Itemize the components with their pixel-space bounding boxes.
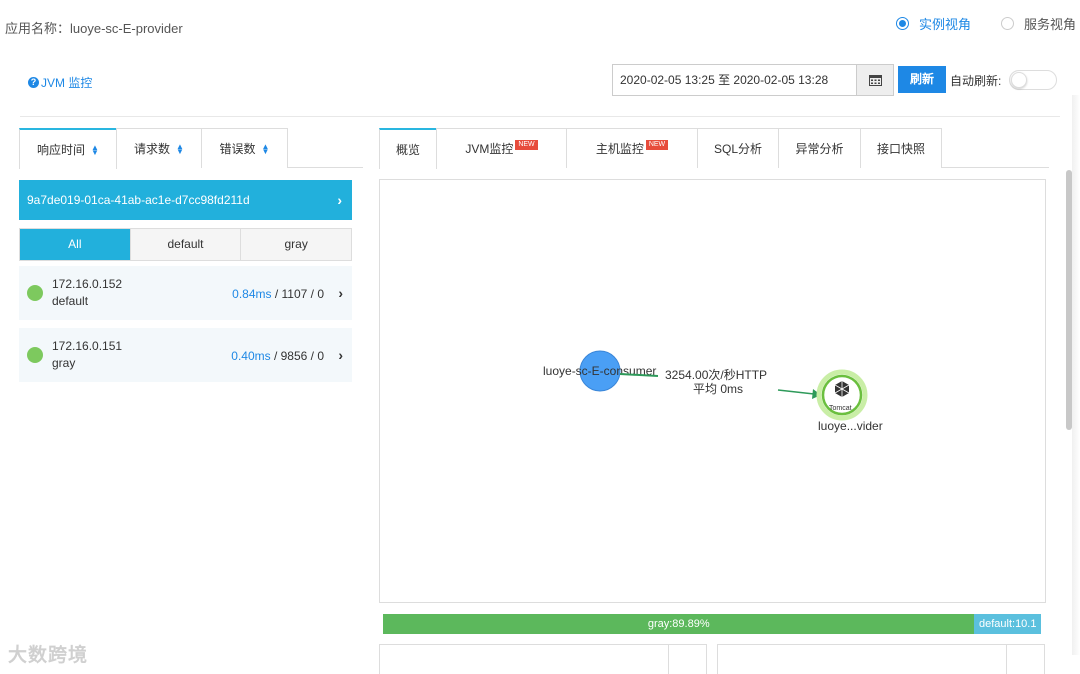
view-switch: 实例视角 服务视角 (866, 14, 1076, 33)
service-view-radio[interactable]: 服务视角 (1000, 14, 1076, 33)
instance-counts: / 9856 / 0 (270, 349, 324, 363)
watermark-logo: 大数跨境 (8, 645, 89, 666)
tab-label: SQL分析 (713, 142, 762, 156)
tab-host-monitor[interactable]: 主机监控 NEW (566, 128, 698, 168)
toggle-knob[interactable] (1011, 72, 1027, 88)
instance-stats: 0.40ms / 9856 / 0 (231, 349, 324, 363)
radio-checked-icon[interactable] (895, 17, 909, 30)
group-tab-all[interactable]: All (20, 229, 131, 260)
group-ratio-bar: gray:89.89% default:10.1 (383, 614, 1041, 634)
instance-group: gray (52, 356, 76, 370)
tab-sql-analysis[interactable]: SQL分析 (697, 128, 779, 168)
tomcat-icon-label: Tomcat (829, 405, 852, 412)
instance-ip: 172.16.0.152 (52, 277, 123, 291)
status-dot-icon (27, 285, 43, 301)
bottom-panel-left (379, 644, 707, 674)
help-icon: ? (28, 77, 39, 88)
group-filter-tabs: All default gray (19, 228, 352, 261)
calendar-icon (868, 75, 882, 86)
chevron-right-icon[interactable]: › (338, 285, 343, 301)
edge-rate-label: 3254.00次/秒HTTP (665, 368, 767, 382)
auto-refresh-label: 自动刷新: (950, 74, 1002, 88)
group-tab-gray[interactable]: gray (241, 229, 352, 260)
instance-row[interactable]: 172.16.0.151 gray 0.40ms / 9856 / 0 › (19, 328, 352, 382)
tab-api-snapshot[interactable]: 接口快照 (860, 128, 942, 168)
sort-icon[interactable]: ▲ ▼ (91, 143, 99, 156)
topology-graph[interactable]: luoye-sc-E-consumer 3254.00次/秒HTTP 平均 0m… (379, 179, 1046, 603)
provider-node-label: luoye...vider (818, 419, 883, 433)
edge-avg-label: 平均 0ms (693, 382, 743, 396)
tab-label: 响应时间 (37, 143, 86, 157)
detail-tabs: 概览 JVM监控 NEW 主机监控 NEW SQL分析 异常分析 接口快照 (379, 128, 1049, 169)
calendar-button[interactable] (856, 64, 894, 96)
auto-refresh-toggle[interactable] (1009, 70, 1057, 90)
instance-view-label[interactable]: 实例视角 (919, 14, 971, 33)
tab-label: 主机监控 (595, 142, 644, 156)
tab-request-count[interactable]: 请求数 ▲ ▼ (116, 128, 202, 168)
instance-row[interactable]: 172.16.0.152 default 0.84ms / 1107 / 0 › (19, 266, 352, 320)
sort-icon[interactable]: ▲ ▼ (176, 142, 184, 155)
instance-view-radio[interactable]: 实例视角 (895, 14, 971, 33)
sort-icon[interactable]: ▲ ▼ (262, 142, 270, 155)
instance-id: 9a7de019-01ca-41ab-ac1e-d7cc98fd211d (27, 193, 250, 207)
refresh-button[interactable]: 刷新 (898, 66, 946, 93)
ratio-gray-segment: gray:89.89% (383, 614, 975, 634)
metric-tabs: 响应时间 ▲ ▼ 请求数 ▲ ▼ 错误数 ▲ ▼ (19, 128, 363, 169)
instance-counts: / 1107 / 0 (271, 287, 324, 301)
chevron-right-icon[interactable]: › (338, 347, 343, 363)
tab-exception-analysis[interactable]: 异常分析 (778, 128, 861, 168)
tab-error-count[interactable]: 错误数 ▲ ▼ (201, 128, 288, 168)
bottom-panel-right (717, 644, 1045, 674)
jvm-monitor-link[interactable]: ? JVM 监控 (28, 74, 92, 91)
status-dot-icon (27, 347, 43, 363)
jvm-monitor-link-label[interactable]: JVM 监控 (41, 74, 92, 91)
group-tab-default[interactable]: default (130, 229, 242, 260)
radio-unchecked-icon[interactable] (1000, 17, 1014, 30)
tab-label: JVM监控 (465, 142, 514, 156)
tab-label: 概览 (395, 143, 420, 157)
chevron-right-icon: › (337, 192, 342, 208)
instance-rt: 0.84ms (232, 287, 272, 301)
ratio-default-segment: default:10.1 (974, 614, 1041, 634)
app-name-label: 应用名称：luoye-sc-E-provider (5, 21, 183, 36)
new-badge: NEW (515, 139, 538, 150)
divider (20, 116, 1060, 117)
divider (1006, 645, 1007, 674)
date-range-input[interactable]: 2020-02-05 13:25 至 2020-02-05 13:28 (612, 64, 857, 96)
service-view-label[interactable]: 服务视角 (1024, 14, 1076, 33)
tab-jvm-monitor[interactable]: JVM监控 NEW (436, 128, 567, 168)
instance-group: default (52, 294, 89, 308)
topology-canvas[interactable]: luoye-sc-E-consumer 3254.00次/秒HTTP 平均 0m… (380, 180, 1045, 602)
new-badge: NEW (645, 139, 669, 150)
instance-stats: 0.84ms / 1107 / 0 (232, 287, 324, 301)
tab-label: 请求数 (134, 142, 171, 156)
instance-selector[interactable]: 9a7de019-01ca-41ab-ac1e-d7cc98fd211d › (19, 180, 352, 220)
tab-overview[interactable]: 概览 (379, 128, 437, 169)
tab-label: 异常分析 (795, 142, 844, 156)
tab-label: 错误数 (219, 142, 256, 156)
tab-label: 接口快照 (876, 142, 925, 156)
divider (668, 645, 669, 674)
instance-rt: 0.40ms (231, 349, 271, 363)
panel-shadow (1072, 95, 1080, 655)
tab-response-time[interactable]: 响应时间 ▲ ▼ (19, 128, 117, 169)
edge-arrow-line (777, 389, 815, 395)
instance-ip: 172.16.0.151 (52, 339, 123, 353)
